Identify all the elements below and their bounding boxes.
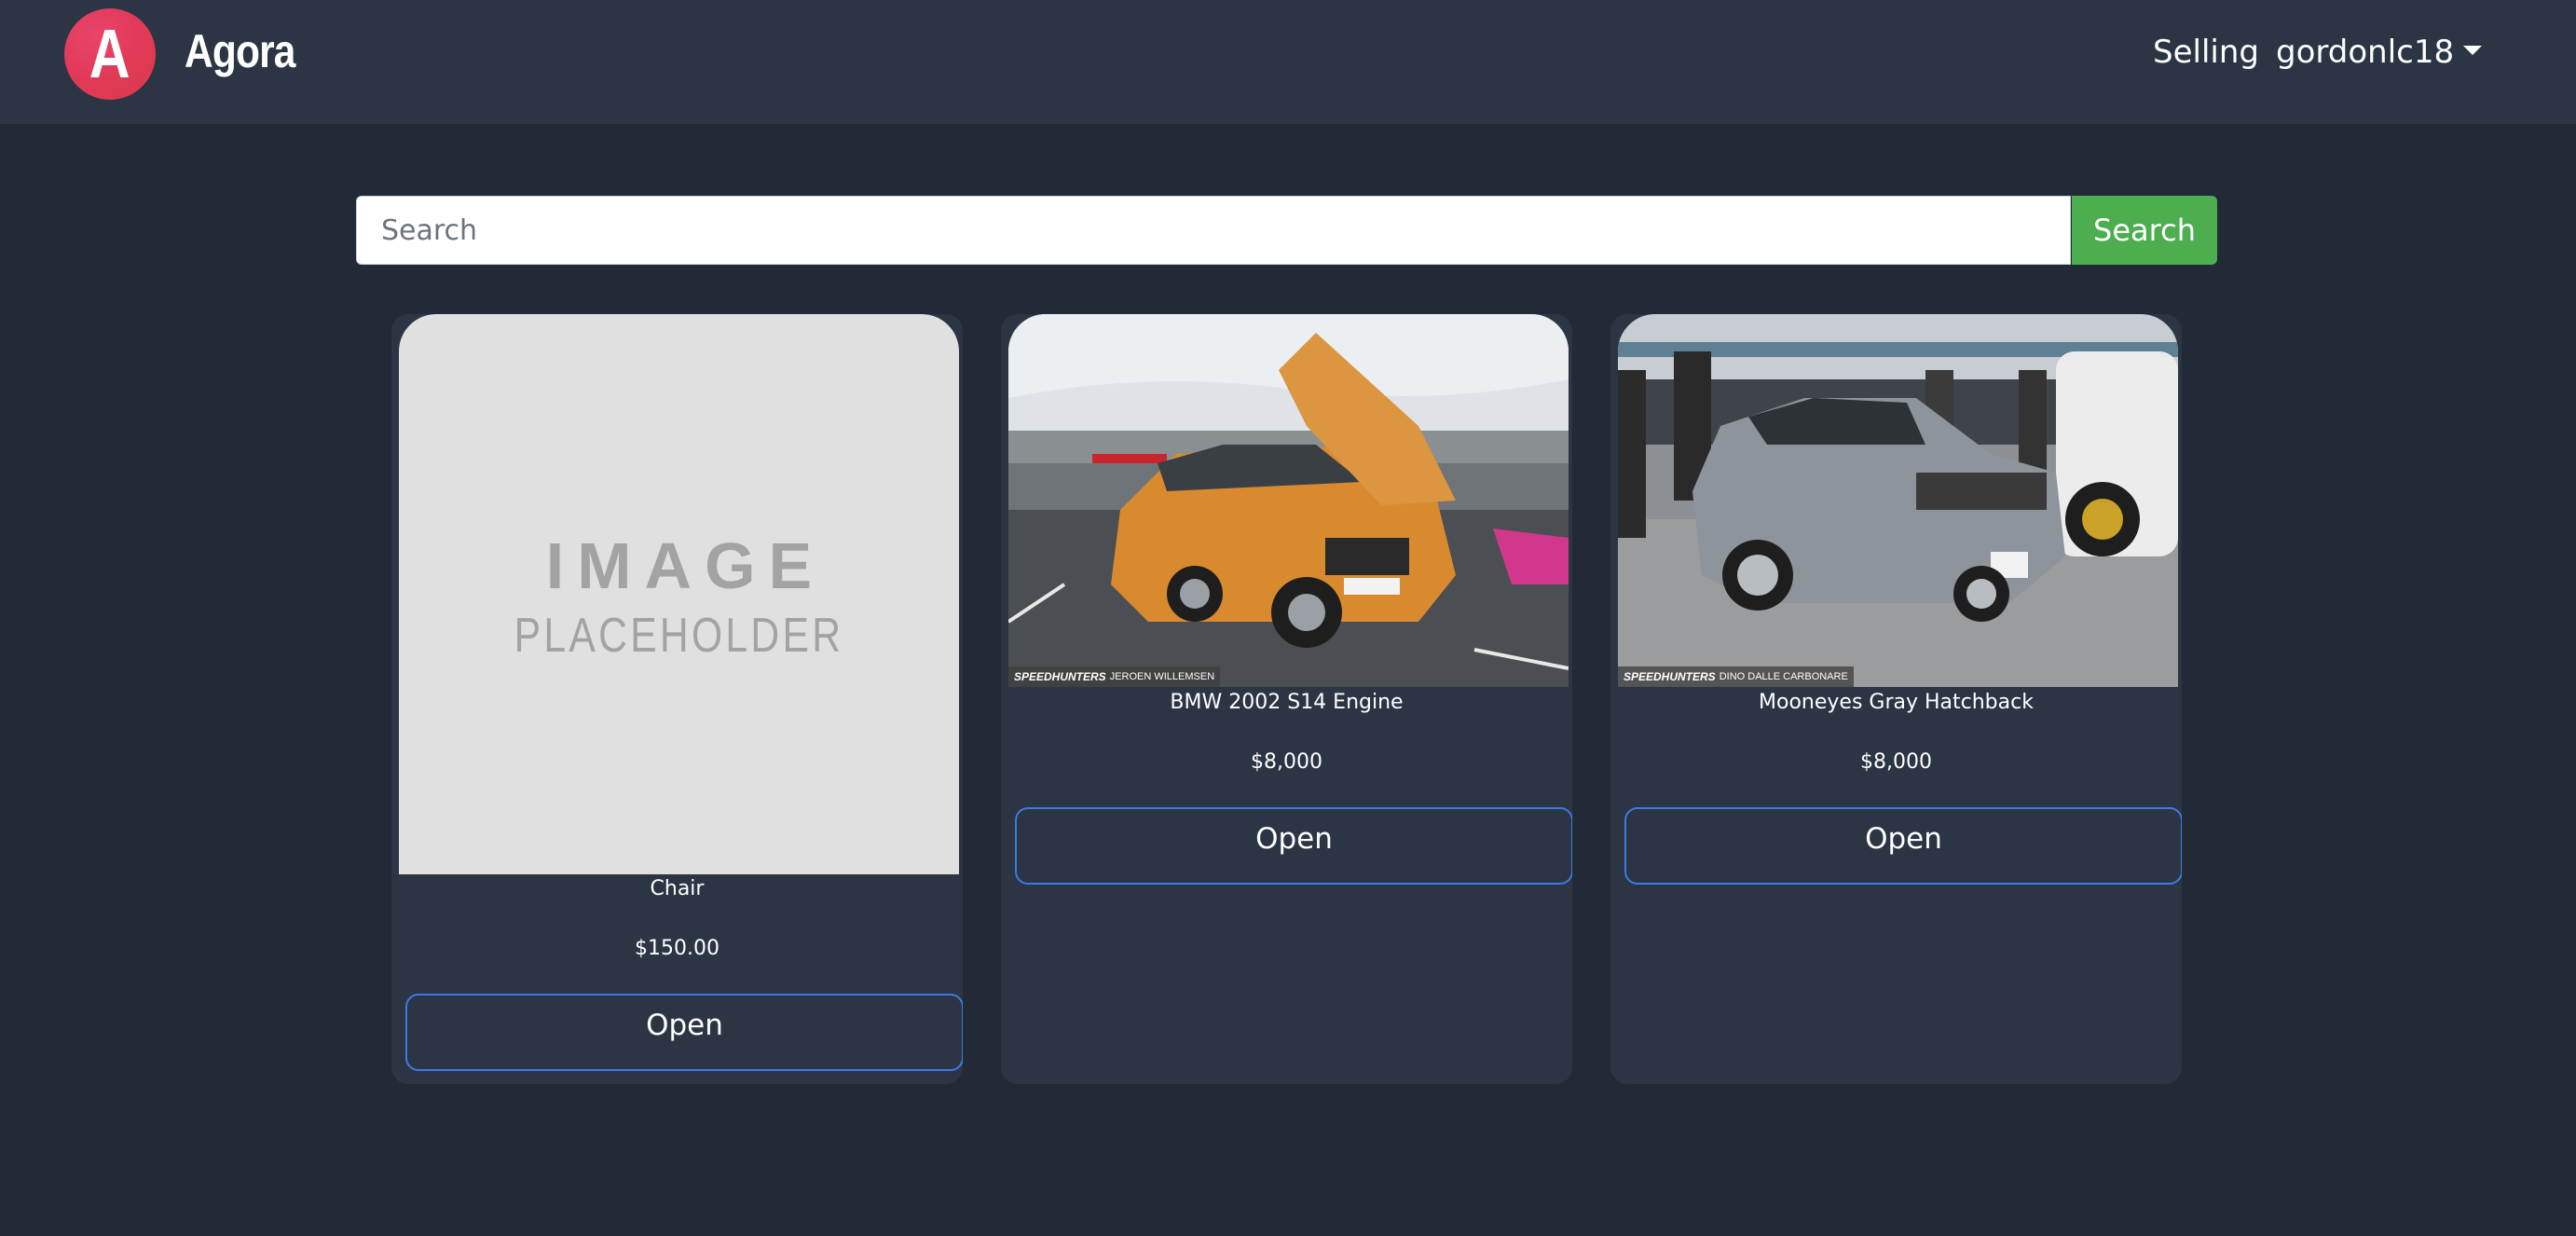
placeholder-line1: IMAGE bbox=[545, 529, 826, 602]
image-placeholder: IMAGE PLACEHOLDER bbox=[399, 314, 959, 874]
brand-name[interactable]: Agora bbox=[185, 24, 295, 78]
listing-card: IMAGE PLACEHOLDER Chair $150.00 Open bbox=[391, 314, 963, 1084]
placeholder-line2: PLACEHOLDER bbox=[514, 609, 844, 663]
listing-price: $8,000 bbox=[1251, 750, 1322, 774]
search-input[interactable] bbox=[356, 196, 2071, 265]
watermark-credit: DINO DALLE CARBONARE bbox=[1719, 671, 1848, 682]
open-listing-button[interactable]: Open bbox=[405, 994, 963, 1071]
listing-image: SPEEDHUNTERS DINO DALLE CARBONARE bbox=[1618, 314, 2178, 687]
listing-price: $8,000 bbox=[1860, 750, 1932, 774]
user-menu-dropdown[interactable]: gordonlc18 bbox=[2276, 34, 2483, 71]
watermark-credit: JEROEN WILLEMSEN bbox=[1109, 671, 1215, 682]
listing-title: BMW 2002 S14 Engine bbox=[1170, 691, 1404, 714]
photo-watermark: SPEEDHUNTERS JEROEN WILLEMSEN bbox=[1008, 666, 1221, 687]
nav-selling-link[interactable]: Selling bbox=[2153, 34, 2259, 71]
listing-card: SPEEDHUNTERS JEROEN WILLEMSEN BMW 2002 S… bbox=[1001, 314, 1572, 1084]
hatchback-photo bbox=[1618, 314, 2178, 687]
photo-watermark: SPEEDHUNTERS DINO DALLE CARBONARE bbox=[1618, 666, 1854, 687]
navbar: A Agora Selling gordonlc18 bbox=[0, 0, 2576, 124]
listing-card: SPEEDHUNTERS DINO DALLE CARBONARE Mooney… bbox=[1610, 314, 2182, 1084]
search-button[interactable]: Search bbox=[2072, 196, 2217, 265]
user-menu-label: gordonlc18 bbox=[2276, 34, 2455, 71]
watermark-brand: SPEEDHUNTERS bbox=[1014, 670, 1106, 683]
logo-letter: A bbox=[89, 15, 130, 92]
bmw-photo bbox=[1008, 314, 1569, 687]
listing-title: Chair bbox=[650, 877, 705, 900]
agora-logo-icon[interactable]: A bbox=[64, 8, 156, 100]
listing-title: Mooneyes Gray Hatchback bbox=[1759, 691, 2034, 714]
watermark-brand: SPEEDHUNTERS bbox=[1624, 670, 1716, 683]
caret-down-icon bbox=[2463, 45, 2483, 55]
open-listing-button[interactable]: Open bbox=[1015, 807, 1572, 885]
listing-image: IMAGE PLACEHOLDER bbox=[399, 314, 959, 874]
open-listing-button[interactable]: Open bbox=[1624, 807, 2182, 885]
listing-image: SPEEDHUNTERS JEROEN WILLEMSEN bbox=[1008, 314, 1569, 687]
listing-price: $150.00 bbox=[635, 937, 719, 960]
